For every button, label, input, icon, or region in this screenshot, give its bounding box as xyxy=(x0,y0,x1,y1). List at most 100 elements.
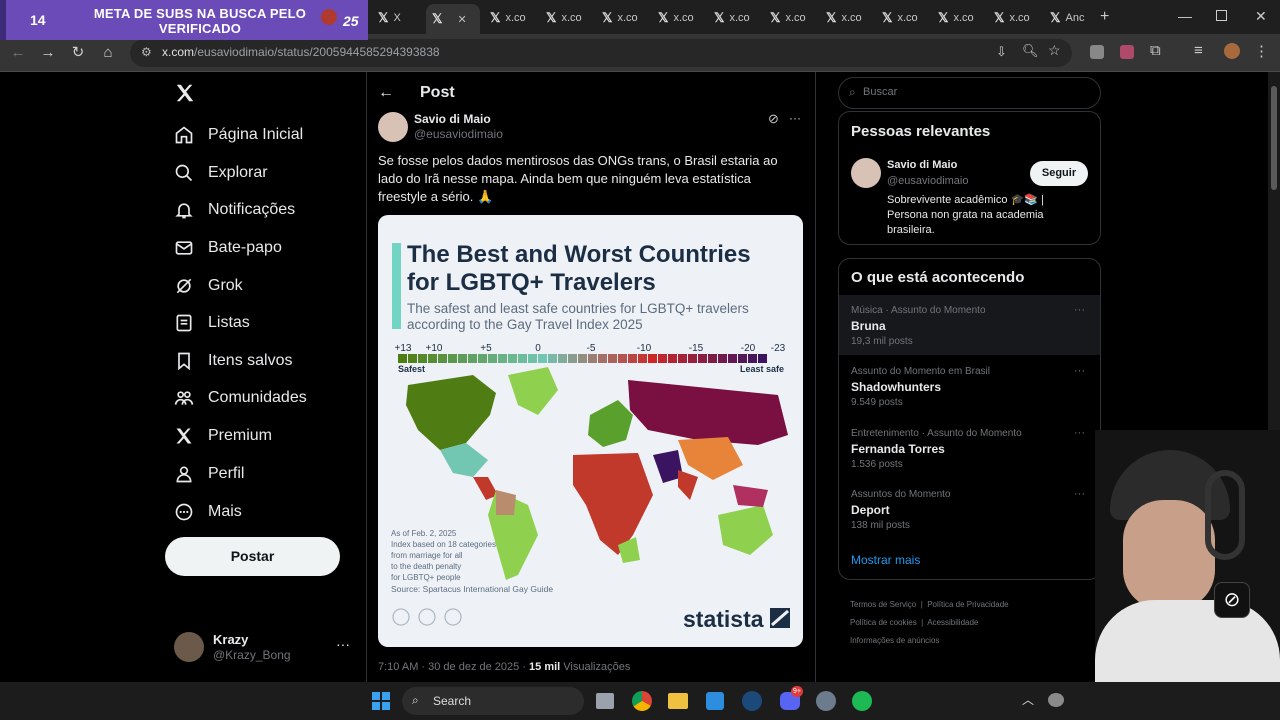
nav-item-lists[interactable]: Listas xyxy=(174,305,250,341)
trend-item[interactable]: Música · Assunto do Momento Bruna 19,3 m… xyxy=(839,295,1100,355)
scale-swatch xyxy=(578,354,587,363)
store-icon[interactable] xyxy=(706,692,724,710)
promo-edge xyxy=(0,0,6,40)
post-views-label: Visualizações xyxy=(560,661,631,673)
file-explorer-icon[interactable] xyxy=(668,693,688,709)
chart-note: As of Feb. 2, 2025 xyxy=(391,529,457,538)
extensions-puzzle-icon[interactable]: ⧉ xyxy=(1150,42,1161,59)
footer-link[interactable]: Acessibilidade xyxy=(927,618,978,627)
footer-link[interactable]: Política de Privacidade xyxy=(927,600,1008,609)
nav-item-explore[interactable]: Explorar xyxy=(174,155,268,191)
close-tab-icon[interactable]: ✕ xyxy=(457,13,466,26)
show-more-link[interactable]: Mostrar mais xyxy=(851,553,920,567)
profile-avatar[interactable] xyxy=(1224,43,1240,59)
nav-item-messages[interactable]: Bate-papo xyxy=(174,230,282,266)
browser-tab[interactable]: 𝕏x.co xyxy=(652,6,704,30)
nav-item-profile[interactable]: Perfil xyxy=(174,456,244,492)
post-button[interactable]: Postar xyxy=(165,537,340,576)
zoom-icon[interactable]: 🔍︎ xyxy=(1022,43,1039,59)
browser-tab[interactable]: 𝕏x.co xyxy=(820,6,872,30)
task-view-icon[interactable] xyxy=(596,693,614,709)
more-dots-icon[interactable]: ··· xyxy=(789,111,801,125)
relevant-name[interactable]: Savio di Maio xyxy=(887,159,957,171)
maximize-button[interactable] xyxy=(1216,10,1227,21)
back-arrow-icon[interactable]: ← xyxy=(378,84,394,102)
spotify-icon[interactable] xyxy=(852,691,872,711)
post-image-chart[interactable]: The Best and Worst Countries for LGBTQ+ … xyxy=(378,215,803,647)
extension-icon[interactable] xyxy=(1090,45,1104,59)
more-dots-icon[interactable]: ··· xyxy=(336,636,350,652)
relevant-handle[interactable]: @eusaviodimaio xyxy=(887,175,969,187)
browser-tab[interactable]: 𝕏 X xyxy=(372,6,422,30)
site-info-icon[interactable]: ⚙ xyxy=(141,45,152,59)
grok-floating-icon[interactable]: ⊘ xyxy=(1214,582,1250,618)
nav-item-communities[interactable]: Comunidades xyxy=(174,380,307,416)
footer-link[interactable]: Informações de anúncios xyxy=(850,636,939,645)
url-text: x.com/eusaviodimaio/status/2005944585294… xyxy=(162,45,440,59)
follow-button[interactable]: Seguir xyxy=(1030,161,1088,186)
browser-tab[interactable]: 𝕏x.co xyxy=(932,6,984,30)
taskbar-search[interactable]: ⌕ Search xyxy=(402,687,584,715)
browser-tab[interactable]: 𝕏x.co xyxy=(708,6,760,30)
more-dots-icon[interactable]: ··· xyxy=(1074,427,1085,439)
tray-app-icon[interactable] xyxy=(1048,693,1064,707)
browser-menu-icon[interactable]: ⋮ xyxy=(1254,42,1269,60)
x-favicon-icon: 𝕏 xyxy=(378,10,389,25)
tray-chevron-icon[interactable]: ︿ xyxy=(1022,691,1034,708)
trend-item[interactable]: Entretenimento · Assunto do Momento Fern… xyxy=(839,419,1100,479)
browser-tab[interactable]: 𝕏x.co xyxy=(988,6,1040,30)
x-logo-icon[interactable] xyxy=(174,82,196,109)
close-window-button[interactable]: ✕ xyxy=(1255,8,1267,25)
more-dots-icon[interactable]: ··· xyxy=(1074,488,1085,500)
scale-tick: 0 xyxy=(535,343,541,354)
media-control-icon[interactable]: ≡ xyxy=(1194,42,1203,59)
nav-item-grok[interactable]: Grok xyxy=(174,268,243,304)
more-dots-icon[interactable]: ··· xyxy=(1074,365,1085,377)
browser-tab[interactable]: 𝕏x.co xyxy=(764,6,816,30)
windows-start-icon[interactable] xyxy=(372,692,390,710)
install-app-icon[interactable]: ⇩ xyxy=(996,44,1007,60)
scale-tick: -20 xyxy=(741,343,756,354)
footer-link[interactable]: Política de cookies xyxy=(850,618,917,627)
back-icon[interactable]: ← xyxy=(7,42,29,64)
new-tab-button[interactable]: + xyxy=(1100,8,1109,26)
browser-tab[interactable]: 𝕏 Anc xyxy=(1044,6,1094,30)
browser-tab[interactable]: 𝕏x.co xyxy=(876,6,928,30)
nav-item-home[interactable]: Página Inicial xyxy=(174,117,303,153)
footer-link[interactable]: Termos de Serviço xyxy=(850,600,916,609)
account-switcher[interactable]: Krazy @Krazy_Bong ··· xyxy=(174,630,356,664)
nav-label: Bate-papo xyxy=(208,239,282,256)
search-input[interactable]: ⌕ Buscar xyxy=(838,77,1101,109)
bookmark-star-icon[interactable]: ☆ xyxy=(1048,42,1061,59)
scale-tick: -10 xyxy=(637,343,652,354)
home-browser-icon[interactable]: ⌂ xyxy=(97,42,119,64)
scale-swatch xyxy=(698,354,707,363)
settings-icon[interactable] xyxy=(816,691,836,711)
extension-icon[interactable] xyxy=(1120,45,1134,59)
reload-icon[interactable]: ↻ xyxy=(67,42,89,64)
nav-item-bookmarks[interactable]: Itens salvos xyxy=(174,343,292,379)
chrome-icon[interactable] xyxy=(632,691,652,711)
scale-swatch xyxy=(718,354,727,363)
address-bar[interactable]: ⚙ x.com/eusaviodimaio/status/20059445852… xyxy=(130,39,1072,67)
author-handle[interactable]: @eusaviodimaio xyxy=(414,127,503,141)
avatar[interactable] xyxy=(851,158,881,188)
scrollbar-thumb[interactable] xyxy=(1271,86,1277,190)
nav-item-premium[interactable]: Premium xyxy=(174,418,272,454)
trend-item[interactable]: Assunto do Momento em Brasil Shadowhunte… xyxy=(839,357,1100,417)
grok-icon[interactable]: ⊘ xyxy=(768,111,779,127)
minimize-button[interactable]: — xyxy=(1178,8,1192,24)
browser-tab[interactable]: 𝕏x.co xyxy=(540,6,592,30)
nav-item-notifications[interactable]: Notificações xyxy=(174,192,295,228)
author-avatar[interactable] xyxy=(378,112,408,142)
browser-tab[interactable]: 𝕏x.co xyxy=(484,6,536,30)
browser-tab[interactable]: 𝕏x.co xyxy=(596,6,648,30)
forward-icon[interactable]: → xyxy=(37,42,59,64)
nav-item-more[interactable]: Mais xyxy=(174,494,242,530)
page-title: Post xyxy=(420,84,455,101)
author-name[interactable]: Savio di Maio xyxy=(414,112,491,126)
more-dots-icon[interactable]: ··· xyxy=(1074,304,1085,316)
trend-item[interactable]: Assuntos do Momento Deport 138 mil posts… xyxy=(839,481,1100,541)
browser-tab-active[interactable]: 𝕏 ✕ xyxy=(426,4,480,34)
steam-icon[interactable] xyxy=(742,691,762,711)
